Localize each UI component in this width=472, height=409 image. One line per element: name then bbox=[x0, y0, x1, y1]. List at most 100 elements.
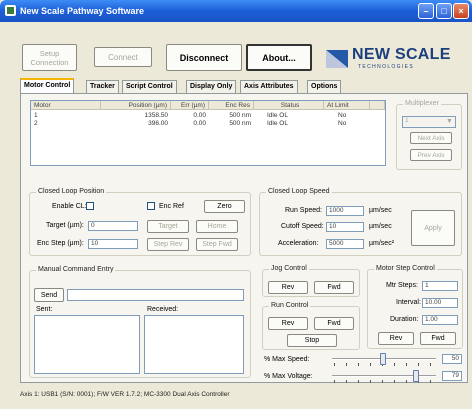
disconnect-button[interactable]: Disconnect bbox=[166, 44, 242, 71]
cutoff-speed-unit: µm/sec bbox=[369, 223, 392, 230]
minimize-icon[interactable]: – bbox=[418, 3, 434, 19]
duration-input[interactable]: 1.00 bbox=[422, 315, 458, 325]
run-speed-input[interactable]: 1000 bbox=[326, 206, 364, 216]
motor-status-table: Motor Position (µm) Err (µm) Enc Res Sta… bbox=[30, 100, 386, 166]
cell-position: 1358.50 bbox=[144, 112, 169, 119]
cell-motor: 2 bbox=[34, 120, 38, 127]
next-axis-button[interactable]: Next Axis bbox=[410, 132, 452, 144]
enable-cl-checkbox[interactable] bbox=[86, 202, 94, 210]
sent-label: Sent: bbox=[36, 306, 53, 313]
step-rev-button[interactable]: Step Rev bbox=[147, 238, 189, 251]
maximize-icon[interactable]: □ bbox=[436, 3, 452, 19]
manual-command-title: Manual Command Entry bbox=[36, 266, 116, 273]
received-label: Received: bbox=[147, 306, 179, 313]
sent-textarea[interactable] bbox=[34, 315, 140, 374]
apply-button[interactable]: Apply bbox=[411, 210, 455, 246]
company-logo: NEW SCALE T E C H N O L O G I E S bbox=[324, 46, 466, 72]
tab-display-only[interactable]: Display Only bbox=[186, 80, 237, 93]
max-voltage-value: 79 bbox=[442, 371, 462, 381]
col-status[interactable]: Status bbox=[254, 101, 324, 110]
status-bar: Axis 1: USB1 (S/N: 0001); F/W VER 1.7.2;… bbox=[20, 391, 230, 398]
col-error[interactable]: Err (µm) bbox=[171, 101, 209, 110]
col-filler bbox=[370, 101, 385, 110]
home-button[interactable]: Home bbox=[196, 220, 238, 233]
step-rev-motor-button[interactable]: Rev bbox=[378, 332, 414, 345]
col-enc-res[interactable]: Enc Res bbox=[209, 101, 254, 110]
max-speed-label: % Max Speed: bbox=[264, 356, 310, 363]
run-control-title: Run Control bbox=[269, 302, 311, 309]
interval-label: Interval: bbox=[396, 299, 421, 306]
step-fwd-button[interactable]: Step Fwd bbox=[196, 238, 238, 251]
jog-control-title: Jog Control bbox=[269, 265, 309, 272]
send-button[interactable]: Send bbox=[34, 288, 64, 302]
motor-step-control-title: Motor Step Control bbox=[374, 265, 437, 272]
tab-tracker[interactable]: Tracker bbox=[86, 80, 119, 93]
enc-ref-checkbox[interactable] bbox=[147, 202, 155, 210]
duration-label: Duration: bbox=[390, 316, 419, 323]
max-speed-value: 50 bbox=[442, 354, 462, 364]
cell-enc-res: 500 nm bbox=[229, 120, 251, 127]
acceleration-unit: µm/sec² bbox=[369, 240, 395, 247]
enc-step-input[interactable]: 10 bbox=[88, 239, 138, 249]
tab-motor-control[interactable]: Motor Control bbox=[20, 78, 75, 94]
app-icon bbox=[5, 5, 16, 16]
tab-script-control[interactable]: Script Control bbox=[122, 80, 177, 93]
max-voltage-track bbox=[332, 375, 436, 377]
closed-loop-speed-title: Closed Loop Speed bbox=[266, 188, 332, 195]
cell-position: 396.00 bbox=[148, 120, 168, 127]
max-voltage-ticks bbox=[334, 380, 434, 383]
target-button[interactable]: Target bbox=[147, 220, 189, 233]
tab-axis-attributes[interactable]: Axis Attributes bbox=[240, 80, 298, 93]
run-speed-label: Run Speed: bbox=[285, 207, 322, 214]
enc-ref-label: Enc Ref bbox=[159, 203, 184, 210]
received-textarea[interactable] bbox=[144, 315, 244, 374]
enc-step-label: Enc Step (µm): bbox=[37, 240, 84, 247]
logo-name: NEW SCALE bbox=[352, 46, 451, 63]
interval-input[interactable]: 10.00 bbox=[422, 298, 458, 308]
cell-error: 0.00 bbox=[193, 120, 206, 127]
cell-enc-res: 500 nm bbox=[229, 112, 251, 119]
stop-button[interactable]: Stop bbox=[287, 334, 337, 347]
mtr-steps-input[interactable]: 1 bbox=[422, 281, 458, 291]
cell-status: Idle OL bbox=[267, 112, 288, 119]
target-input[interactable]: 0 bbox=[88, 221, 138, 231]
run-fwd-button[interactable]: Fwd bbox=[314, 317, 354, 330]
enable-cl-label: Enable CL: bbox=[52, 203, 87, 210]
logo-mark-icon bbox=[326, 50, 348, 68]
closed-loop-position-title: Closed Loop Position bbox=[36, 188, 107, 195]
col-motor[interactable]: Motor bbox=[31, 101, 101, 110]
about-button[interactable]: About... bbox=[246, 44, 312, 71]
max-voltage-slider[interactable] bbox=[413, 370, 419, 382]
cutoff-speed-label: Cutoff Speed: bbox=[281, 223, 324, 230]
step-fwd-motor-button[interactable]: Fwd bbox=[420, 332, 456, 345]
max-voltage-label: % Max Voltage: bbox=[264, 373, 313, 380]
cell-at-limit: No bbox=[338, 112, 347, 119]
max-speed-slider[interactable] bbox=[380, 353, 386, 365]
chevron-down-icon: ▼ bbox=[446, 118, 453, 125]
prev-axis-button[interactable]: Prev Axis bbox=[410, 149, 452, 161]
cell-at-limit: No bbox=[338, 120, 347, 127]
target-label: Target (µm): bbox=[46, 222, 84, 229]
run-rev-button[interactable]: Rev bbox=[268, 317, 308, 330]
cell-motor: 1 bbox=[34, 112, 38, 119]
close-icon[interactable]: × bbox=[453, 3, 469, 19]
cutoff-speed-input[interactable]: 10 bbox=[326, 222, 364, 232]
jog-rev-button[interactable]: Rev bbox=[268, 281, 308, 294]
cell-error: 0.00 bbox=[193, 112, 206, 119]
run-speed-unit: µm/sec bbox=[369, 207, 392, 214]
cell-status: Idle OL bbox=[267, 120, 288, 127]
window-title: New Scale Pathway Software bbox=[20, 6, 145, 16]
command-input[interactable] bbox=[67, 289, 244, 301]
setup-connection-button[interactable]: Setup Connection bbox=[22, 44, 77, 71]
tab-options[interactable]: Options bbox=[307, 80, 342, 93]
acceleration-label: Acceleration: bbox=[278, 240, 319, 247]
col-position[interactable]: Position (µm) bbox=[101, 101, 171, 110]
multiplexer-title: Multiplexer bbox=[403, 100, 441, 107]
acceleration-input[interactable]: 5000 bbox=[326, 239, 364, 249]
col-at-limit[interactable]: At Limit bbox=[324, 101, 370, 110]
connect-button[interactable]: Connect bbox=[94, 47, 152, 67]
zero-button[interactable]: Zero bbox=[204, 200, 245, 213]
jog-fwd-button[interactable]: Fwd bbox=[314, 281, 354, 294]
title-bar: New Scale Pathway Software – □ × bbox=[0, 0, 472, 22]
mtr-steps-label: Mtr Steps: bbox=[386, 282, 418, 289]
